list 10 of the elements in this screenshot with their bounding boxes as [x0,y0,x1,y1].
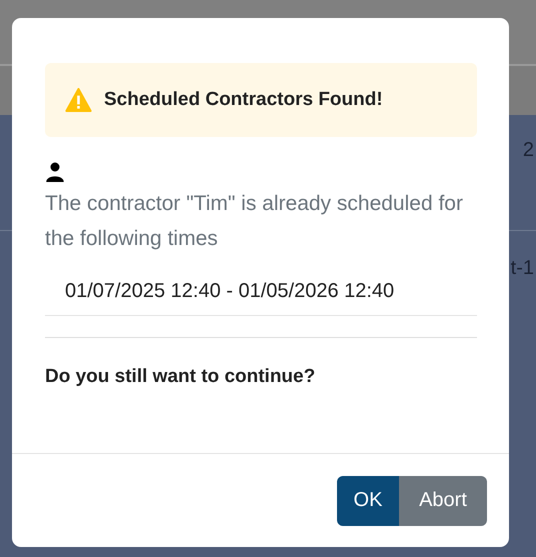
person-icon [45,162,65,182]
alert-title: Scheduled Contractors Found! [104,89,383,111]
warning-icon [65,88,92,112]
question-text: Do you still want to continue? [45,366,316,388]
ok-button[interactable]: OK [337,476,399,526]
background-text: t-1 [510,257,534,280]
time-range-item: 01/07/2025 12:40 - 01/05/2026 12:40 [45,270,477,316]
message-text: The contractor "Tim" is already scheduled for the following times [45,191,464,252]
background-text: 2 [522,139,534,162]
abort-button[interactable]: Abort [399,476,487,526]
